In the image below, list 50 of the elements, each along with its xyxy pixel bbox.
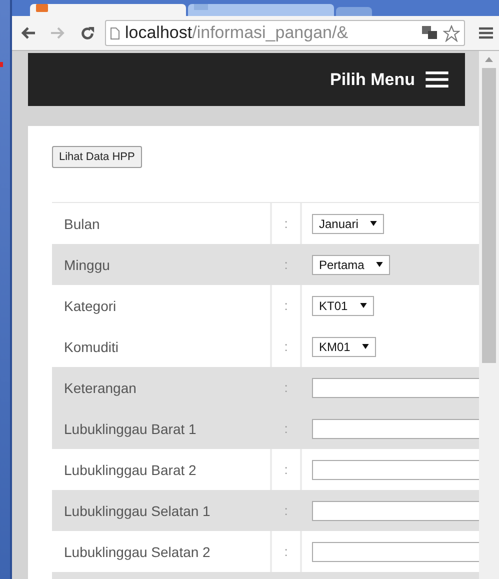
dropdown-arrow-icon [370, 221, 378, 226]
field-label: Keterangan [64, 380, 136, 396]
site-icon [194, 4, 208, 10]
colon: : [284, 298, 288, 313]
view-data-button[interactable]: Lihat Data HPP [52, 146, 142, 168]
colon: : [284, 503, 288, 518]
field-label: Komuditi [64, 338, 118, 354]
address-bar[interactable]: localhost/informasi_pangan/& [105, 20, 465, 46]
input-field[interactable] [312, 418, 479, 438]
input-field[interactable] [312, 542, 479, 562]
colon: : [284, 462, 288, 477]
input-field[interactable] [312, 460, 479, 480]
dropdown[interactable]: KT01 [312, 296, 374, 316]
colon: : [284, 216, 288, 231]
colon: : [284, 544, 288, 559]
forward-icon[interactable] [50, 26, 66, 40]
field-label: Bulan [64, 216, 100, 232]
input-field[interactable] [312, 378, 479, 398]
site-icon [36, 4, 48, 12]
field-label: Kategori [64, 298, 116, 314]
browser-tab[interactable] [188, 4, 334, 16]
star-icon[interactable] [443, 24, 460, 42]
scrollbar-thumb[interactable] [482, 68, 496, 363]
menu-button[interactable]: Pilih Menu [330, 70, 449, 90]
dropdown[interactable]: Januari [312, 214, 384, 234]
back-icon[interactable] [20, 26, 36, 40]
menu-icon [425, 71, 449, 88]
scroll-up-icon[interactable] [485, 57, 493, 62]
menu-icon[interactable] [479, 27, 493, 39]
colon: : [284, 257, 288, 272]
dropdown-arrow-icon [376, 262, 384, 267]
dropdown-arrow-icon [362, 344, 370, 349]
field-label: Lubuklinggau Selatan 1 [64, 502, 210, 518]
field-label: Lubuklinggau Barat 2 [64, 462, 196, 478]
field-label: Minggu [64, 256, 110, 272]
dropdown-arrow-icon [360, 303, 367, 308]
scrollbar[interactable] [479, 51, 499, 579]
reload-icon[interactable] [80, 26, 95, 40]
dropdown[interactable]: KM01 [312, 336, 376, 356]
url-text: localhost/informasi_pangan/& [125, 23, 350, 43]
browser-tab[interactable] [30, 4, 186, 16]
new-tab-button[interactable] [336, 7, 372, 16]
dropdown[interactable]: Pertama [312, 254, 390, 274]
colon: : [284, 380, 288, 395]
page-icon [110, 26, 120, 40]
field-label: Lubuklinggau Barat 1 [64, 420, 196, 436]
colon: : [284, 421, 288, 436]
colon: : [284, 339, 288, 354]
input-field[interactable] [312, 500, 479, 520]
field-label: Lubuklinggau Selatan 2 [64, 544, 210, 560]
